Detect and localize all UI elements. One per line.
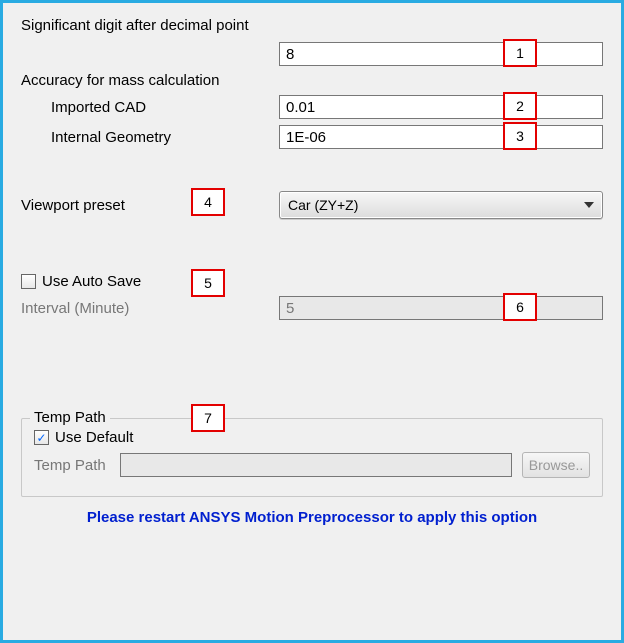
chevron-down-icon <box>584 202 594 208</box>
browse-button: Browse.. <box>522 452 590 478</box>
internal-geom-label: Internal Geometry <box>51 129 171 146</box>
temp-path-label: Temp Path <box>34 457 120 474</box>
auto-save-label: Use Auto Save <box>42 273 141 290</box>
annotation-marker-4: 4 <box>191 188 225 216</box>
viewport-preset-label: Viewport preset <box>21 197 125 214</box>
interval-input <box>279 296 603 320</box>
auto-save-checkbox[interactable] <box>21 274 36 289</box>
annotation-marker-5: 5 <box>191 269 225 297</box>
annotation-marker-7: 7 <box>191 404 225 432</box>
interval-label: Interval (Minute) <box>21 300 129 317</box>
annotation-marker-2: 2 <box>503 92 537 120</box>
use-default-label: Use Default <box>55 429 133 446</box>
sig-digit-label: Significant digit after decimal point <box>21 17 603 34</box>
internal-geom-input[interactable] <box>279 125 603 149</box>
temp-path-group: Temp Path ✓ Use Default Temp Path Browse… <box>21 418 603 497</box>
sig-digit-input[interactable] <box>279 42 603 66</box>
annotation-marker-1: 1 <box>503 39 537 67</box>
viewport-preset-select[interactable]: Car (ZY+Z) <box>279 191 603 219</box>
temp-path-input <box>120 453 512 477</box>
use-default-checkbox[interactable]: ✓ <box>34 430 49 445</box>
temp-path-legend: Temp Path <box>30 409 110 426</box>
annotation-marker-6: 6 <box>503 293 537 321</box>
viewport-preset-value: Car (ZY+Z) <box>288 197 358 213</box>
accuracy-label: Accuracy for mass calculation <box>21 72 603 89</box>
imported-cad-label: Imported CAD <box>51 99 146 116</box>
annotation-marker-3: 3 <box>503 122 537 150</box>
settings-panel: Significant digit after decimal point 1 … <box>0 0 624 643</box>
restart-message: Please restart ANSYS Motion Preprocessor… <box>21 509 603 526</box>
imported-cad-input[interactable] <box>279 95 603 119</box>
